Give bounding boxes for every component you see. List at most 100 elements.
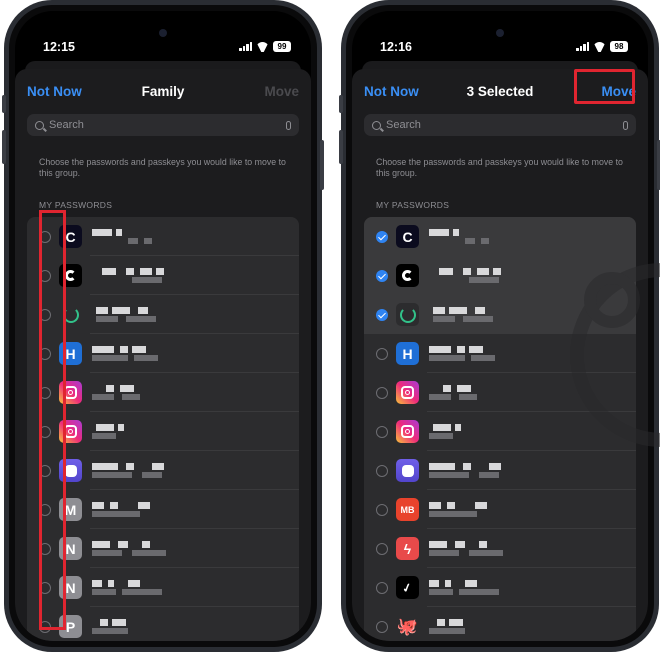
screen: 12:16 98 Not Now 3 Selected Move Search bbox=[352, 11, 648, 641]
pixelated-block bbox=[122, 588, 162, 595]
search-icon bbox=[35, 120, 44, 130]
checkbox-unchecked[interactable] bbox=[376, 347, 388, 360]
pixelated-block bbox=[92, 501, 104, 509]
password-row[interactable]: ϟ bbox=[364, 529, 636, 568]
checkbox-checked[interactable] bbox=[376, 230, 388, 243]
not-now-button[interactable]: Not Now bbox=[364, 84, 419, 99]
checkbox-unchecked[interactable] bbox=[376, 542, 388, 555]
microphone-icon[interactable] bbox=[286, 120, 291, 130]
app-icon-swirl-icon bbox=[396, 264, 419, 287]
pixelated-block bbox=[142, 540, 150, 548]
pixelated-block bbox=[144, 237, 152, 244]
pixelated-block bbox=[92, 345, 114, 353]
password-row[interactable]: H bbox=[364, 334, 636, 373]
password-row[interactable]: P bbox=[27, 607, 299, 641]
checkbox-unchecked[interactable] bbox=[376, 503, 388, 516]
pixelated-block bbox=[429, 540, 447, 548]
password-row[interactable] bbox=[364, 412, 636, 451]
pixelated-block bbox=[429, 588, 453, 595]
pixelated-block bbox=[92, 588, 116, 595]
microphone-icon[interactable] bbox=[623, 120, 628, 130]
search-input[interactable]: Search bbox=[27, 114, 299, 136]
pixelated-block bbox=[128, 579, 140, 587]
password-row[interactable]: C bbox=[27, 217, 299, 256]
checkbox-checked[interactable] bbox=[376, 308, 388, 321]
password-row[interactable] bbox=[364, 373, 636, 412]
redacted-credential-text bbox=[429, 380, 636, 406]
redacted-credential-text bbox=[92, 419, 299, 445]
password-row[interactable]: N bbox=[27, 568, 299, 607]
pixelated-block bbox=[443, 384, 451, 392]
not-now-button[interactable]: Not Now bbox=[27, 84, 82, 99]
password-row[interactable]: 🐙 bbox=[364, 607, 636, 641]
checkbox-checked[interactable] bbox=[376, 269, 388, 282]
status-bar: 12:16 98 bbox=[352, 11, 648, 55]
pixelated-block bbox=[433, 306, 445, 314]
password-row[interactable] bbox=[364, 295, 636, 334]
volume-up-button bbox=[2, 130, 6, 164]
front-camera bbox=[496, 29, 504, 37]
pixelated-block bbox=[465, 579, 477, 587]
password-row[interactable]: N bbox=[27, 529, 299, 568]
instagram-icon bbox=[396, 420, 419, 443]
pixelated-block bbox=[477, 267, 489, 275]
password-row[interactable]: ✓ bbox=[364, 568, 636, 607]
password-row[interactable] bbox=[364, 256, 636, 295]
pixelated-block bbox=[152, 462, 164, 470]
cellular-signal-icon bbox=[576, 42, 589, 51]
redacted-credential-text bbox=[429, 302, 636, 328]
checkbox-unchecked[interactable] bbox=[376, 386, 388, 399]
password-list: C H MB ϟ ✓ 🐙 bbox=[364, 217, 636, 641]
pixelated-block bbox=[429, 462, 455, 470]
pixelated-block bbox=[126, 267, 134, 275]
pixelated-block bbox=[481, 237, 489, 244]
password-row[interactable] bbox=[27, 373, 299, 412]
pixelated-block bbox=[126, 462, 134, 470]
pixelated-block bbox=[449, 306, 467, 314]
app-icon-red-n-icon: ϟ bbox=[396, 537, 419, 560]
highlight-selection-circles bbox=[39, 210, 66, 630]
section-header: MY PASSWORDS bbox=[376, 200, 450, 210]
move-button[interactable]: Move bbox=[264, 84, 299, 99]
app-icon-h-icon: H bbox=[396, 342, 419, 365]
redacted-credential-text bbox=[92, 341, 299, 367]
redacted-credential-text bbox=[92, 263, 299, 289]
password-list: CHMNNP bbox=[27, 217, 299, 641]
pixelated-block bbox=[96, 423, 114, 431]
pixelated-block bbox=[453, 228, 459, 236]
cellular-signal-icon bbox=[239, 42, 252, 51]
front-camera bbox=[159, 29, 167, 37]
password-row[interactable] bbox=[27, 256, 299, 295]
search-placeholder: Search bbox=[49, 119, 84, 131]
pixelated-block bbox=[433, 423, 451, 431]
pixelated-block bbox=[96, 315, 118, 322]
password-row[interactable] bbox=[27, 295, 299, 334]
redacted-credential-text bbox=[429, 419, 636, 445]
checkbox-unchecked[interactable] bbox=[376, 620, 388, 633]
password-row[interactable]: MB bbox=[364, 490, 636, 529]
pixelated-block bbox=[132, 276, 162, 283]
battery-icon: 99 bbox=[273, 41, 291, 52]
pixelated-block bbox=[92, 627, 128, 634]
password-row[interactable] bbox=[364, 451, 636, 490]
redacted-credential-text bbox=[92, 302, 299, 328]
password-row[interactable]: H bbox=[27, 334, 299, 373]
pixelated-block bbox=[469, 276, 499, 283]
checkbox-unchecked[interactable] bbox=[376, 425, 388, 438]
pixelated-block bbox=[156, 267, 164, 275]
pixelated-block bbox=[92, 510, 140, 517]
password-row[interactable] bbox=[27, 451, 299, 490]
password-row[interactable]: C bbox=[364, 217, 636, 256]
checkbox-unchecked[interactable] bbox=[376, 464, 388, 477]
checkbox-unchecked[interactable] bbox=[376, 581, 388, 594]
redacted-credential-text bbox=[429, 497, 636, 523]
coinbase-c-icon: C bbox=[396, 225, 419, 248]
pixelated-block bbox=[459, 588, 499, 595]
pixelated-block bbox=[439, 267, 453, 275]
password-row[interactable] bbox=[27, 412, 299, 451]
power-button bbox=[320, 140, 324, 190]
pixelated-block bbox=[429, 228, 449, 236]
search-input[interactable]: Search bbox=[364, 114, 636, 136]
pixelated-block bbox=[102, 267, 116, 275]
password-row[interactable]: M bbox=[27, 490, 299, 529]
